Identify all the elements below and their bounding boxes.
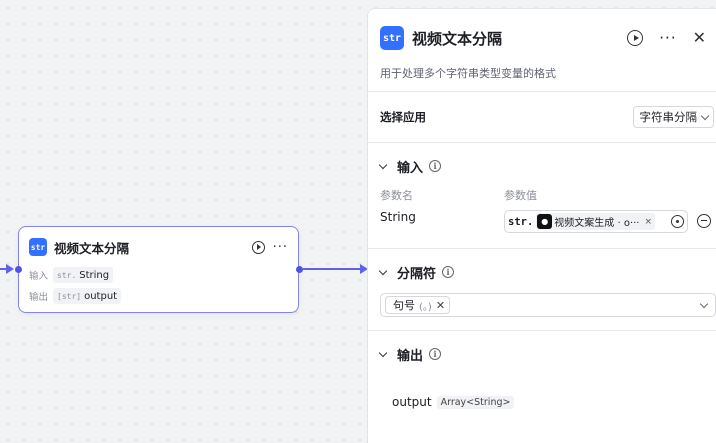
node-input-row: 输入 str. String [29,267,114,283]
node-output-chip: [str] output [53,288,122,304]
node-input-chip: str. String [53,267,114,283]
chevron-down-icon[interactable] [378,160,388,169]
remove-icon[interactable] [697,214,711,228]
input-section-title: 输入 [397,160,424,176]
chevron-down-icon[interactable] [699,299,709,308]
outgoing-edge [303,268,361,270]
param-name: String [380,210,416,224]
separator-tag-symbol: (。) [419,301,432,313]
app-select-label: 选择应用 [380,110,426,124]
target-icon[interactable] [671,215,684,228]
app-select-row: 选择应用 字符串分隔 [380,105,714,129]
node-input-value: String [79,269,110,281]
panel-title[interactable]: 视频文本分隔 [412,28,502,49]
close-icon[interactable]: ✕ [436,299,445,312]
node-header: str 视频文本分隔 ··· [29,237,288,257]
param-value-column-header: 参数值 [504,189,537,202]
info-icon[interactable]: i [429,348,442,360]
separator-section-header[interactable]: 分隔符 i [378,262,455,282]
close-icon[interactable]: ✕ [693,30,706,46]
param-name-column-header: 参数名 [380,189,413,202]
workflow-node-text-split[interactable]: str 视频文本分隔 ··· 输入 str. String 输出 [str] o… [14,226,303,313]
separator-section-title: 分隔符 [397,266,437,282]
app-select-value: 字符串分隔 [639,110,698,124]
llm-node-icon: ● [537,214,553,229]
divider [368,330,716,331]
node-output-value: output [84,290,118,302]
chevron-down-icon [700,111,710,120]
output-row: output Array<String> [392,393,515,411]
play-icon[interactable] [627,30,644,46]
separator-tag-label: 句号 [393,299,415,312]
output-name: output [392,395,432,409]
node-actions: ··· [251,240,288,254]
panel-description: 用于处理多个字符串类型变量的格式 [380,67,556,80]
string-app-icon: str [29,238,47,256]
param-value-field[interactable]: str. ● 视频文案生成 · o··· × [504,210,688,233]
string-type-icon: str. [508,215,534,228]
node-output-row: 输出 [str] output [29,288,122,304]
divider [368,248,716,249]
chevron-down-icon[interactable] [378,266,388,275]
node-input-port[interactable] [14,266,22,273]
info-icon[interactable]: i [429,160,442,172]
output-section-title: 输出 [397,348,424,364]
output-section-header[interactable]: 输出 i [378,344,442,364]
panel-header: str 视频文本分隔 ··· ✕ [380,25,706,51]
string-app-icon: str [380,26,404,50]
divider [368,91,716,92]
app-select-dropdown[interactable]: 字符串分隔 [632,106,714,128]
node-output-port[interactable] [295,266,303,273]
separator-tag: 句号 (。) ✕ [385,296,451,314]
separator-select[interactable]: 句号 (。) ✕ [380,293,716,317]
panel-actions: ··· ✕ [627,30,706,46]
chevron-down-icon[interactable] [378,348,388,357]
node-input-label: 输入 [29,271,49,282]
incoming-edge-arrow [6,264,14,274]
more-icon[interactable]: ··· [659,30,676,46]
info-icon[interactable]: i [442,266,455,278]
more-icon[interactable]: ··· [273,241,288,254]
node-output-label: 输出 [29,292,49,303]
divider [368,142,716,143]
node-title: 视频文本分隔 [54,240,130,256]
string-type-icon: str. [57,270,77,280]
output-type-badge: Array<String> [436,395,515,409]
play-icon[interactable] [251,240,265,254]
close-icon[interactable]: × [645,217,653,227]
input-section-header[interactable]: 输入 i [378,156,442,176]
variable-ref-tag[interactable]: ● 视频文案生成 · o··· × [536,213,656,230]
array-type-icon: [str] [57,291,82,301]
variable-ref-label: 视频文案生成 · o··· [554,218,640,229]
node-config-panel: str 视频文本分隔 ··· ✕ 用于处理多个字符串类型变量的格式 选择应用 字… [367,8,716,443]
